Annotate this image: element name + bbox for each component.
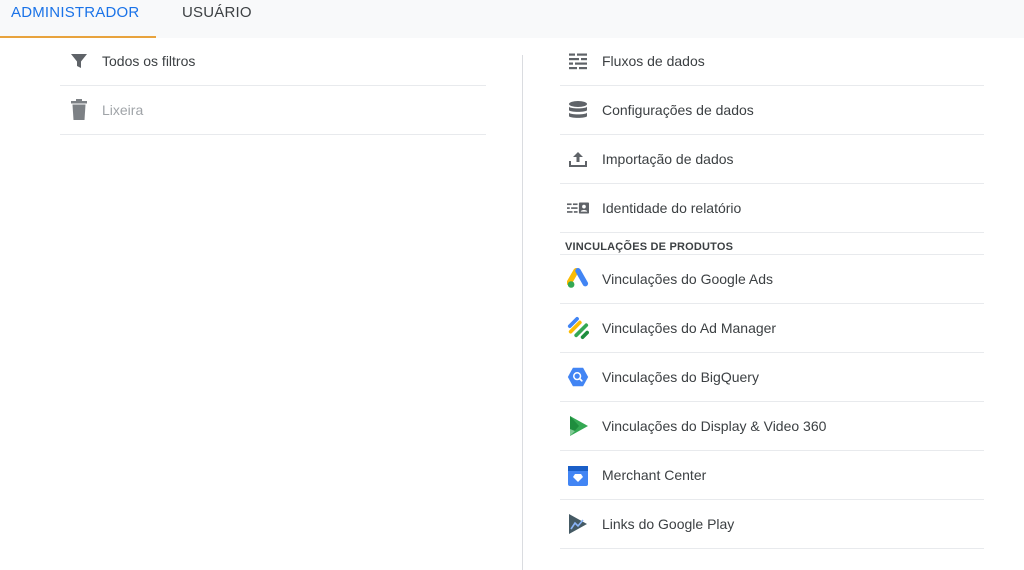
row-importacao-de-dados[interactable]: Importação de dados (560, 135, 984, 184)
reporting-identity-icon (567, 197, 589, 219)
row-google-play-links[interactable]: Links do Google Play (560, 500, 984, 549)
google-play-icon (567, 513, 589, 535)
row-label: Lixeira (102, 102, 144, 118)
tab-usuario[interactable]: USUÁRIO (182, 0, 252, 38)
right-settings-list: Fluxos de dados Configurações de dados I… (560, 37, 984, 549)
row-label: Todos os filtros (102, 53, 196, 69)
tab-administrador[interactable]: ADMINISTRADOR (0, 0, 156, 38)
row-lixeira[interactable]: Lixeira (60, 86, 486, 135)
data-streams-icon (567, 50, 589, 72)
row-google-ads-links[interactable]: Vinculações do Google Ads (560, 255, 984, 304)
database-icon (567, 99, 589, 121)
row-merchant-center[interactable]: Merchant Center (560, 451, 984, 500)
row-fluxos-de-dados[interactable]: Fluxos de dados (560, 37, 984, 86)
google-ads-icon (567, 268, 589, 290)
row-label: Vinculações do Display & Video 360 (602, 418, 827, 434)
row-label: Vinculações do BigQuery (602, 369, 759, 385)
product-links-section-title: VINCULAÇÕES DE PRODUTOS (560, 233, 984, 255)
row-label: Identidade do relatório (602, 200, 742, 216)
row-label: Vinculações do Ad Manager (602, 320, 777, 336)
merchant-center-icon (567, 464, 589, 486)
trash-icon (68, 99, 90, 121)
row-identidade-do-relatorio[interactable]: Identidade do relatório (560, 184, 984, 233)
ad-manager-icon (567, 317, 589, 339)
row-label: Configurações de dados (602, 102, 754, 118)
row-label: Links do Google Play (602, 516, 735, 532)
display-video-360-icon (567, 415, 589, 437)
row-label: Merchant Center (602, 467, 707, 483)
row-configuracoes-de-dados[interactable]: Configurações de dados (560, 86, 984, 135)
column-divider (522, 55, 523, 570)
row-display-video-360-links[interactable]: Vinculações do Display & Video 360 (560, 402, 984, 451)
row-todos-os-filtros[interactable]: Todos os filtros (60, 37, 486, 86)
row-bigquery-links[interactable]: Vinculações do BigQuery (560, 353, 984, 402)
tab-bar: ADMINISTRADOR USUÁRIO (0, 0, 1024, 38)
upload-icon (567, 148, 589, 170)
bigquery-icon (567, 366, 589, 388)
row-label: Importação de dados (602, 151, 734, 167)
row-ad-manager-links[interactable]: Vinculações do Ad Manager (560, 304, 984, 353)
filter-icon (68, 50, 90, 72)
left-settings-list: Todos os filtros Lixeira (60, 37, 486, 135)
row-label: Vinculações do Google Ads (602, 271, 773, 287)
row-label: Fluxos de dados (602, 53, 705, 69)
